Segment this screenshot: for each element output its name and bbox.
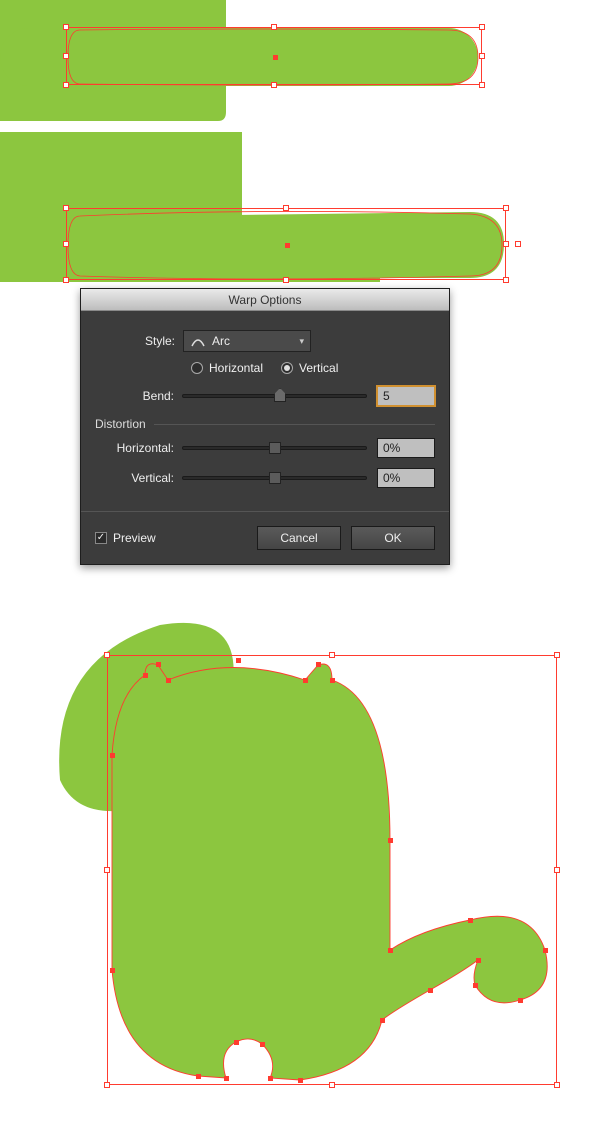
bend-label: Bend: xyxy=(95,389,182,403)
character-body xyxy=(112,664,547,1080)
radio-label: Horizontal xyxy=(209,361,263,375)
sel-handle[interactable] xyxy=(554,867,560,873)
sel-handle[interactable] xyxy=(104,867,110,873)
distortion-h-input[interactable]: 0% xyxy=(377,438,435,458)
rule xyxy=(154,424,435,425)
arc-style-icon xyxy=(190,334,206,348)
sel-handle[interactable] xyxy=(479,82,485,88)
radio-icon xyxy=(281,362,293,374)
sel-handle[interactable] xyxy=(329,652,335,658)
style-value: Arc xyxy=(212,334,230,348)
sel-handle[interactable] xyxy=(63,205,69,211)
distortion-v-slider[interactable] xyxy=(182,470,367,486)
preview-label: Preview xyxy=(113,531,156,545)
distortion-v-input[interactable]: 0% xyxy=(377,468,435,488)
style-label: Style: xyxy=(95,334,183,348)
sel-handle[interactable] xyxy=(554,652,560,658)
sel-handle[interactable] xyxy=(503,241,509,247)
green-bar-upper xyxy=(0,28,478,86)
sel-handle[interactable] xyxy=(63,277,69,283)
style-select[interactable]: Arc ▾ xyxy=(183,330,311,352)
ok-button[interactable]: OK xyxy=(351,526,435,550)
sel-handle[interactable] xyxy=(271,24,277,30)
distortion-v-label: Vertical: xyxy=(95,471,182,485)
cancel-button[interactable]: Cancel xyxy=(257,526,341,550)
sel-center[interactable] xyxy=(273,55,278,60)
sel-handle[interactable] xyxy=(271,82,277,88)
sel-center[interactable] xyxy=(285,243,290,248)
distortion-h-slider[interactable] xyxy=(182,440,367,456)
sel-handle[interactable] xyxy=(63,53,69,59)
bend-slider[interactable] xyxy=(182,388,367,404)
orientation-horizontal-radio[interactable]: Horizontal xyxy=(191,361,263,375)
sel-handle[interactable] xyxy=(479,24,485,30)
dialog-title: Warp Options xyxy=(81,289,449,311)
dropdown-caret-icon: ▾ xyxy=(299,336,304,347)
checkbox-icon: ✓ xyxy=(95,532,107,544)
sel-handle[interactable] xyxy=(104,652,110,658)
sel-handle[interactable] xyxy=(283,277,289,283)
sel-handle[interactable] xyxy=(104,1082,110,1088)
bend-input[interactable]: 5 xyxy=(377,386,435,406)
slider-thumb[interactable] xyxy=(269,442,281,454)
bottom-canvas-region xyxy=(0,580,600,1128)
sel-handle[interactable] xyxy=(503,205,509,211)
preview-checkbox[interactable]: ✓ Preview xyxy=(95,531,156,545)
sel-handle[interactable] xyxy=(554,1082,560,1088)
sel-handle[interactable] xyxy=(329,1082,335,1088)
sel-handle[interactable] xyxy=(479,53,485,59)
top-canvas-region xyxy=(0,0,600,290)
sel-handle[interactable] xyxy=(63,241,69,247)
radio-label: Vertical xyxy=(299,361,338,375)
green-bar-lower xyxy=(0,212,504,278)
slider-thumb[interactable] xyxy=(269,472,281,484)
warp-options-dialog: Warp Options Style: Arc ▾ Horizontal Ver… xyxy=(80,288,450,565)
distortion-header: Distortion xyxy=(95,417,146,431)
sel-handle[interactable] xyxy=(63,82,69,88)
sel-handle-extra[interactable] xyxy=(515,241,521,247)
distortion-h-label: Horizontal: xyxy=(95,441,182,455)
sel-handle[interactable] xyxy=(503,277,509,283)
sel-handle[interactable] xyxy=(283,205,289,211)
orientation-vertical-radio[interactable]: Vertical xyxy=(281,361,338,375)
sel-handle[interactable] xyxy=(63,24,69,30)
radio-icon xyxy=(191,362,203,374)
slider-thumb[interactable] xyxy=(274,388,286,402)
